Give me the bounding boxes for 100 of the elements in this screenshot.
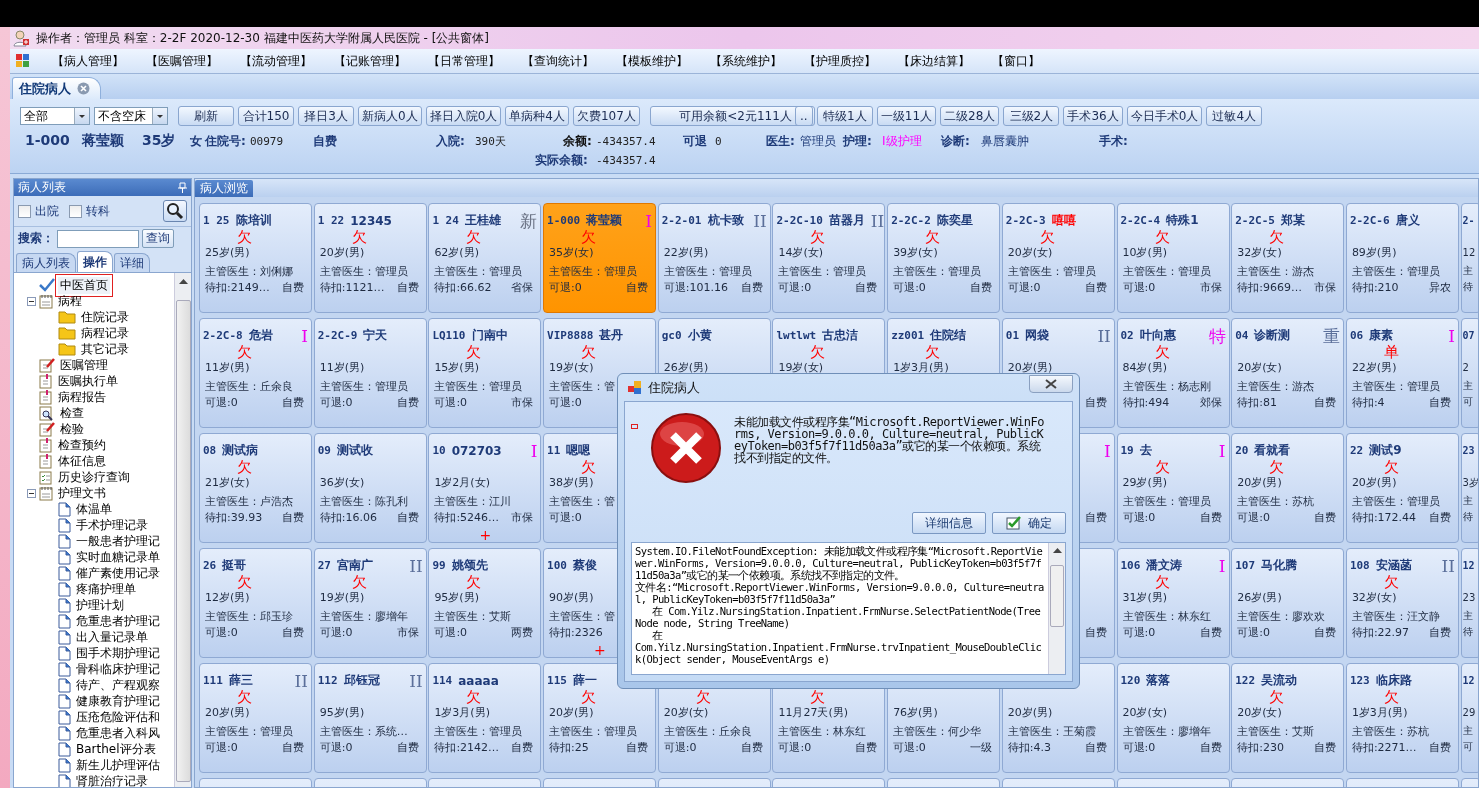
- doctor-label: 主: [1462, 494, 1473, 508]
- doctor-label: 主管医生：管理员: [549, 263, 638, 279]
- patient-info-text: 管理员: [800, 133, 837, 150]
- bed-number: 11: [547, 444, 561, 457]
- doctor-label: 主管医生：管理员: [1122, 263, 1211, 279]
- payment-type: 自费: [1084, 394, 1108, 410]
- payment-type: 自费: [282, 624, 305, 640]
- patient-age: 15岁(男): [434, 360, 479, 375]
- payment-type: 自费: [282, 394, 305, 410]
- doctor-label: 主管医生：管理员: [663, 263, 752, 279]
- balance-label: 待扣:2271…: [1351, 739, 1417, 755]
- arrears-mark: 欠: [1269, 228, 1285, 246]
- patient-age: 11岁(男): [205, 360, 250, 375]
- patient-name: 王桂雄: [464, 212, 501, 229]
- balance-label: 可退:0: [1007, 279, 1041, 295]
- care-level-mark: I: [645, 212, 653, 229]
- payment-type: 自费: [970, 279, 994, 295]
- payment-type: 市保: [511, 509, 535, 525]
- bed-number: lwtlwt: [776, 329, 817, 342]
- bed-number: 2-: [1462, 215, 1475, 226]
- arrears-mark: 欠: [466, 228, 482, 246]
- bed-number: zz001: [891, 329, 925, 342]
- payment-type: 自费: [1084, 739, 1108, 755]
- doctor-label: 主管医生：林东红: [1122, 608, 1211, 624]
- balance-label: 可退:0: [205, 739, 238, 755]
- balance-label: 可退:0: [319, 739, 353, 755]
- bed-number: 04: [1235, 329, 1249, 342]
- patient-age: 26岁(男): [1237, 590, 1282, 605]
- arrears-mark: 欠: [237, 458, 252, 476]
- payment-type: 异农: [1428, 279, 1452, 295]
- payment-type: 自费: [1199, 509, 1223, 525]
- doctor-label: 主管医生：管理员: [1351, 493, 1440, 509]
- payment-type: 一级: [970, 739, 994, 755]
- patient-name: 薛一: [572, 672, 597, 689]
- patient-name: 门南中: [471, 327, 508, 344]
- bed-number: 12: [1462, 560, 1475, 571]
- patient-age: 12岁(男): [205, 590, 250, 605]
- doctor-label: 主管医生：林东红: [778, 723, 867, 739]
- bed-number: 2-2C-4: [1120, 214, 1161, 227]
- patient-name: 吴流动: [1261, 672, 1298, 689]
- arrears-mark: 欠: [581, 458, 597, 476]
- patient-age: 35岁(女): [549, 245, 594, 260]
- patient-age: 29岁(男): [1122, 475, 1168, 490]
- bed-number: 2-2C-5: [1235, 214, 1275, 227]
- patient-age: 62岁(男): [434, 245, 479, 260]
- bed-number: 108: [1349, 559, 1370, 572]
- bed-number: 07: [1462, 330, 1475, 341]
- patient-age: 29: [1462, 707, 1476, 718]
- arrears-mark: 欠: [466, 688, 482, 706]
- patient-name: 12345: [350, 213, 392, 228]
- balance-label: 可退:0: [1237, 624, 1270, 640]
- balance-label: 可退:0: [434, 624, 468, 640]
- patient-age: 11月27天(男): [778, 705, 848, 720]
- balance-label: 可退:0: [549, 279, 582, 295]
- cross-mark: +: [594, 643, 606, 657]
- bed-number: 115: [547, 674, 567, 687]
- balance-label: 可退:0: [549, 394, 582, 410]
- patient-name: 蔡俊: [572, 557, 597, 574]
- patient-name: 潘文涛: [1146, 557, 1183, 574]
- bed-number: 2-2-01: [661, 214, 702, 227]
- patient-age: 90岁(男): [549, 590, 594, 605]
- payment-type: 自费: [396, 509, 420, 525]
- balance-label: 可退:0: [1122, 279, 1156, 295]
- care-level-mark: II: [870, 212, 885, 229]
- bed-number: LQ110: [432, 329, 466, 342]
- arrears-mark: 欠: [237, 573, 252, 591]
- balance-label: 可退:0: [205, 394, 238, 410]
- care-level-mark: I: [1448, 327, 1455, 344]
- arrears-mark: 欠: [1154, 573, 1170, 591]
- patient-age: 84岁(男): [1122, 360, 1168, 375]
- patient-age: 1岁3月(男): [1351, 705, 1408, 720]
- balance-label: 待: [1462, 280, 1473, 294]
- payment-type: 自费: [396, 739, 420, 755]
- patient-info-text: 00979: [250, 135, 285, 148]
- arrears-mark: 欠: [1154, 343, 1170, 361]
- patient-name: 杭卡致: [707, 212, 744, 229]
- patient-age: 2: [1462, 362, 1469, 373]
- payment-type: 自费: [282, 279, 305, 295]
- bed-number: 01: [1005, 329, 1020, 342]
- patient-age: 36岁(女): [319, 475, 365, 490]
- balance-label: 可退:0: [893, 739, 926, 755]
- payment-type: 自费: [626, 279, 650, 295]
- patient-age: 3岁: [1462, 475, 1478, 490]
- payment-type: 自费: [511, 739, 535, 755]
- patient-age: 25岁(男): [205, 245, 250, 260]
- balance-label: 可: [1462, 740, 1473, 754]
- payment-type: 自费: [1428, 394, 1452, 410]
- patient-info-text: 入院:: [436, 133, 466, 150]
- panel-title: 病人列表: [18, 179, 66, 196]
- patient-age: 21岁(女): [205, 475, 250, 490]
- arrears-mark: 欠: [466, 573, 482, 591]
- doctor-label: 主管医生：管理员: [434, 723, 523, 739]
- payment-type: 自费: [1199, 739, 1223, 755]
- arrears-mark: 欠: [1269, 688, 1285, 706]
- payment-type: 自费: [396, 279, 420, 295]
- patient-info-text: 1-000: [25, 132, 71, 148]
- doctor-label: 主管医生：管理员: [319, 378, 408, 394]
- care-level-mark: II: [1097, 327, 1111, 344]
- payment-type: 省保: [511, 279, 535, 295]
- patient-name: 落落: [1146, 672, 1171, 689]
